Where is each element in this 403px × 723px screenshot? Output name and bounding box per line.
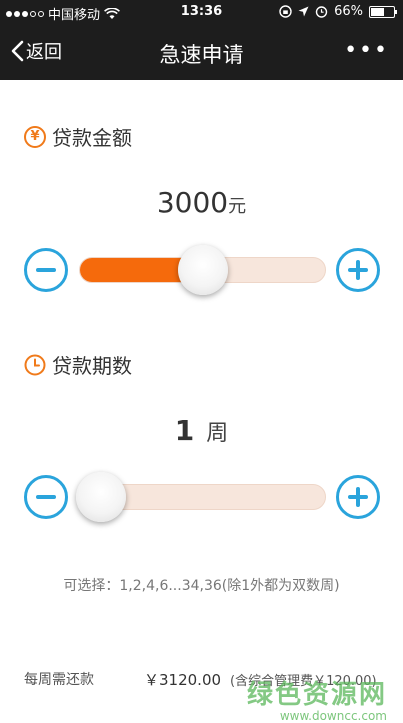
rotation-lock-icon xyxy=(279,5,292,18)
term-title-label: 贷款期数 xyxy=(52,354,132,378)
nav-bar: 返回 急速申请 ••• xyxy=(0,24,403,80)
amount-title-label: 贷款金额 xyxy=(52,126,132,150)
amount-slider-row xyxy=(24,245,382,296)
amount-decrease-button[interactable] xyxy=(24,248,68,292)
term-increase-button[interactable] xyxy=(336,475,380,519)
page-title: 急速申请 xyxy=(159,43,244,67)
battery-percent: 66% xyxy=(334,4,363,19)
amount-increase-button[interactable] xyxy=(336,248,380,292)
term-slider-row xyxy=(24,472,382,523)
repayment-label: 每周需还款 xyxy=(24,672,94,688)
watermark-text: 绿色资源网 xyxy=(246,680,387,710)
term-slider-thumb[interactable] xyxy=(76,472,126,522)
amount-value-display: 3000元 xyxy=(0,186,403,219)
term-value-display: 1周 xyxy=(0,414,403,447)
clock-icon xyxy=(24,354,46,375)
minus-icon xyxy=(36,495,56,499)
amount-unit: 元 xyxy=(228,196,247,217)
minus-icon xyxy=(36,268,56,272)
battery-icon xyxy=(369,5,397,18)
term-decrease-button[interactable] xyxy=(24,475,68,519)
term-value: 1 xyxy=(174,414,195,447)
amount-value: 3000 xyxy=(156,186,229,219)
watermark: 绿色资源网 www.downcc.com xyxy=(247,674,387,723)
amount-section-title: ¥ 贷款金额 xyxy=(24,122,132,151)
repayment-amount: ￥3120.00 xyxy=(144,671,222,689)
alarm-icon xyxy=(315,6,328,18)
status-bar: 中国移动 13:36 66% xyxy=(0,0,403,24)
yen-icon: ¥ xyxy=(24,125,46,148)
amount-slider-thumb[interactable] xyxy=(177,245,228,295)
term-section-title: 贷款期数 xyxy=(24,350,132,379)
watermark-url: www.downcc.com xyxy=(279,709,387,723)
location-icon xyxy=(298,6,309,17)
term-unit: 周 xyxy=(206,421,229,446)
term-options-hint: 可选择：1,2,4,6...34,36(除1外都为双数周) xyxy=(63,578,340,594)
status-right: 66% xyxy=(279,4,397,19)
more-button[interactable]: ••• xyxy=(344,38,389,63)
